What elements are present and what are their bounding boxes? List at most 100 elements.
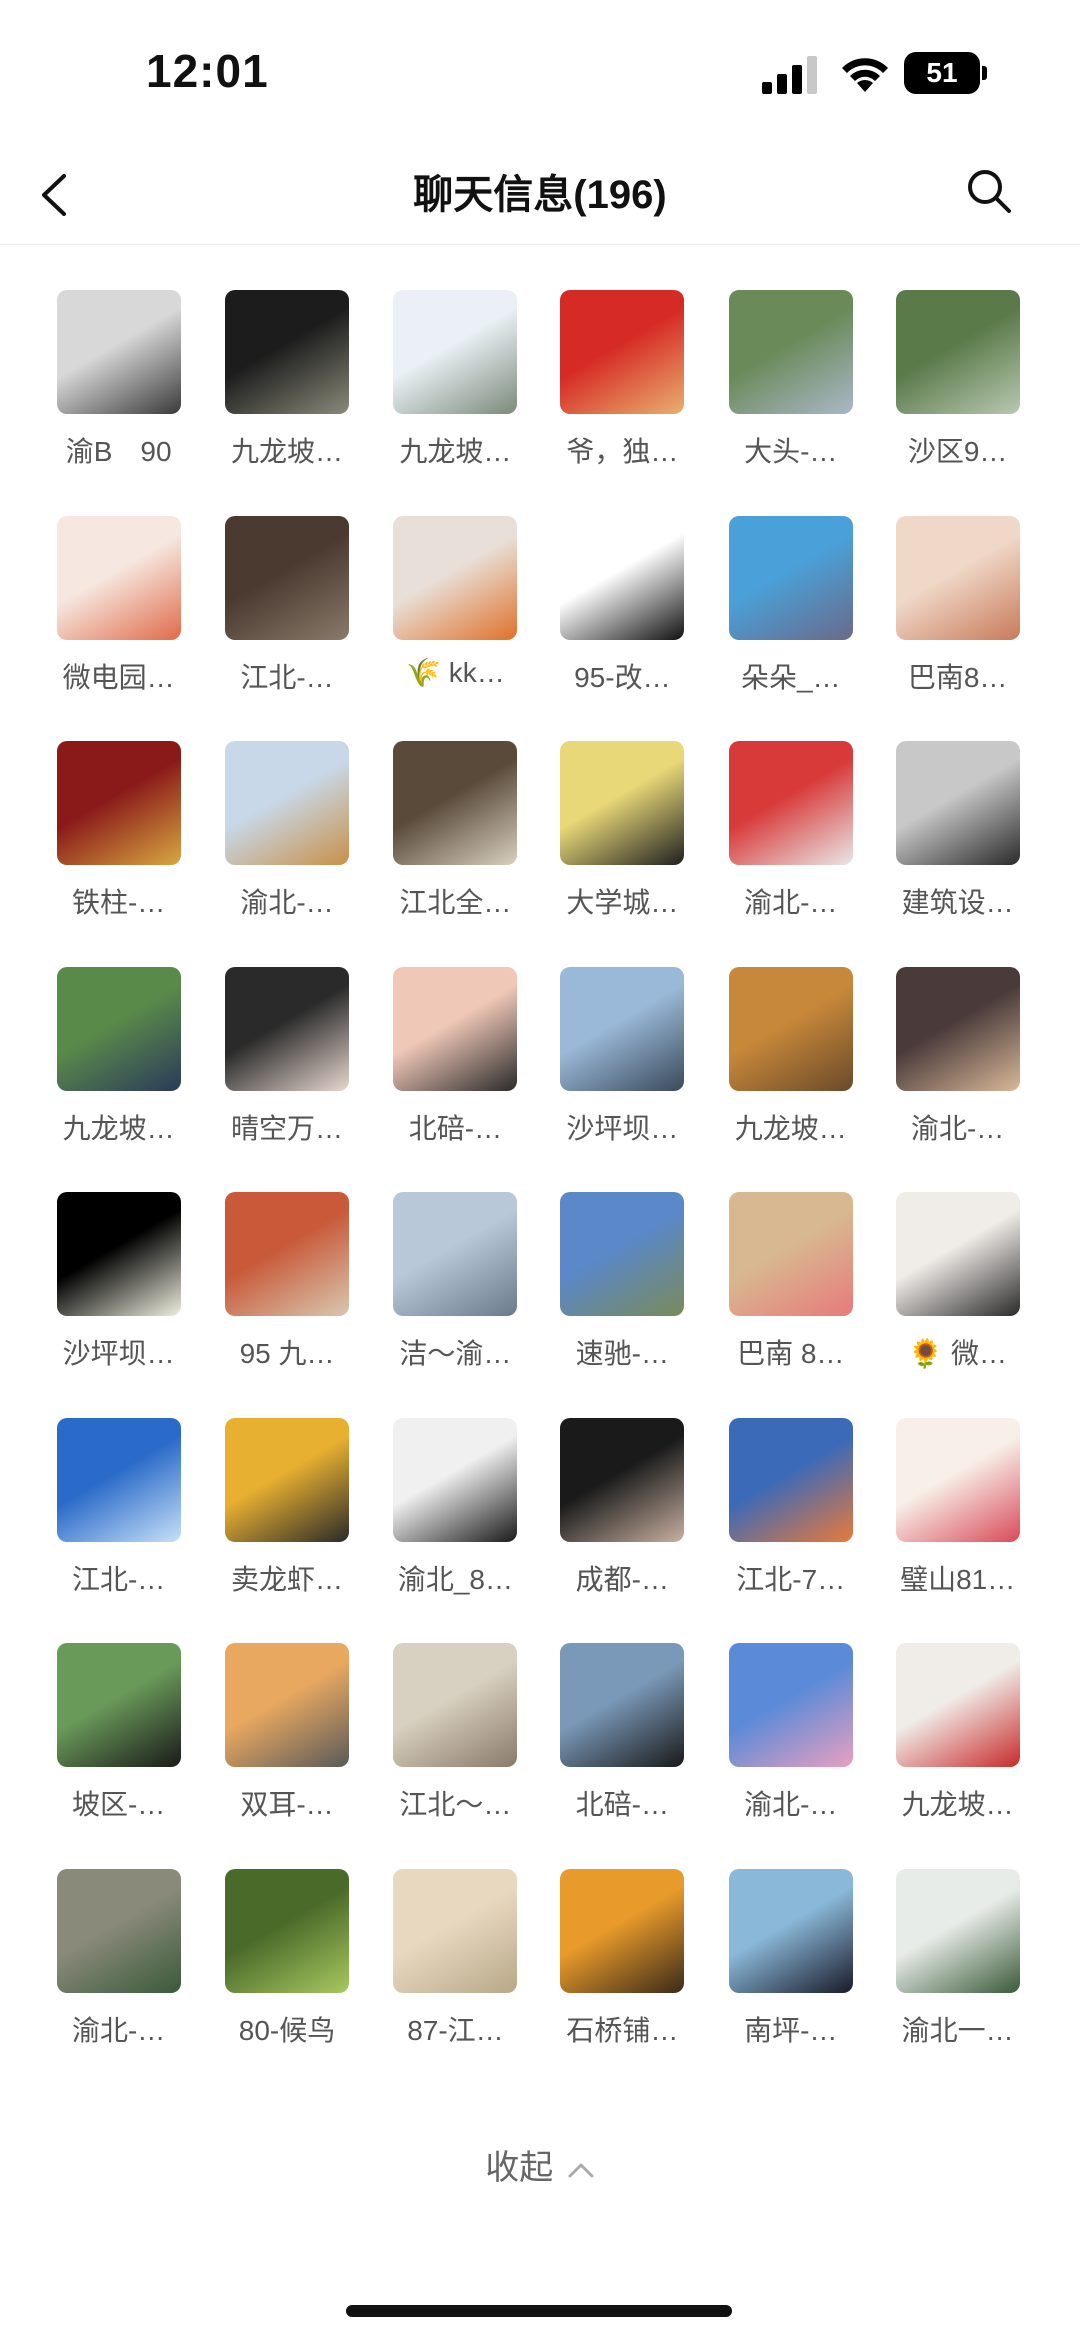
member-avatar[interactable]: [560, 741, 685, 865]
member-avatar[interactable]: [393, 741, 518, 865]
member-item[interactable]: 坡区-…: [39, 1643, 199, 1843]
member-avatar[interactable]: [393, 1868, 518, 1993]
member-item[interactable]: 渝B 90: [39, 290, 199, 490]
member-item[interactable]: 双耳-…: [207, 1643, 367, 1843]
member-avatar[interactable]: [225, 1192, 350, 1316]
member-item[interactable]: 🌻 微…: [878, 1192, 1038, 1392]
member-avatar[interactable]: [895, 1868, 1020, 1993]
member-avatar[interactable]: [225, 741, 350, 865]
member-item[interactable]: 卖龙虾…: [207, 1417, 367, 1618]
member-item[interactable]: 巴南 8…: [711, 1192, 871, 1392]
member-avatar[interactable]: [560, 1868, 685, 1993]
member-avatar[interactable]: [56, 966, 181, 1091]
member-avatar[interactable]: [728, 966, 853, 1091]
member-item[interactable]: 九龙坡…: [375, 290, 535, 490]
member-avatar[interactable]: [728, 1868, 853, 1993]
member-avatar[interactable]: [393, 290, 518, 414]
member-avatar[interactable]: [895, 966, 1020, 1091]
member-item[interactable]: 江北-7…: [711, 1417, 871, 1618]
member-item[interactable]: 95-改…: [542, 515, 702, 716]
member-avatar[interactable]: [895, 290, 1020, 414]
member-item[interactable]: 石桥铺…: [542, 1868, 702, 2069]
member-avatar[interactable]: [225, 966, 350, 1091]
member-avatar[interactable]: [225, 1868, 350, 1993]
member-item[interactable]: 80-候鸟: [207, 1868, 367, 2069]
member-avatar[interactable]: [895, 1417, 1020, 1542]
member-avatar[interactable]: [56, 290, 181, 414]
member-item[interactable]: 渝北一…: [878, 1868, 1038, 2069]
member-item[interactable]: 大头-…: [711, 290, 871, 490]
member-avatar[interactable]: [393, 1192, 518, 1316]
member-item[interactable]: 微电园…: [39, 515, 199, 716]
member-avatar[interactable]: [560, 1417, 685, 1542]
member-item[interactable]: 速驰-…: [542, 1192, 702, 1392]
member-avatar[interactable]: [728, 515, 853, 640]
member-item[interactable]: 🌾 kk…: [375, 515, 535, 716]
member-item[interactable]: 巴南8…: [878, 515, 1038, 716]
member-avatar[interactable]: [895, 741, 1020, 865]
member-avatar[interactable]: [393, 515, 518, 640]
member-item[interactable]: 大学城…: [542, 741, 702, 941]
member-item[interactable]: 九龙坡…: [878, 1643, 1038, 1843]
member-avatar[interactable]: [560, 1643, 685, 1767]
member-avatar[interactable]: [56, 741, 181, 865]
member-avatar[interactable]: [393, 966, 518, 1091]
member-item[interactable]: 九龙坡…: [39, 966, 199, 1167]
member-item[interactable]: 沙坪坝…: [542, 966, 702, 1167]
member-item[interactable]: 爷，独…: [542, 290, 702, 490]
member-item[interactable]: 渝北_8…: [375, 1417, 535, 1618]
member-avatar[interactable]: [728, 741, 853, 865]
member-avatar[interactable]: [895, 1643, 1020, 1767]
member-avatar[interactable]: [225, 1417, 350, 1542]
member-avatar[interactable]: [225, 515, 350, 640]
member-avatar[interactable]: [895, 1192, 1020, 1316]
member-item[interactable]: 渝北-…: [711, 1643, 871, 1843]
member-item[interactable]: 87-江…: [375, 1868, 535, 2069]
member-item[interactable]: 北碚-…: [542, 1643, 702, 1843]
member-item[interactable]: 建筑设…: [878, 741, 1038, 941]
home-indicator[interactable]: [346, 2305, 732, 2317]
member-item[interactable]: 洁～渝…: [375, 1192, 535, 1392]
member-avatar[interactable]: [225, 1643, 350, 1767]
member-item[interactable]: 江北～…: [375, 1643, 535, 1843]
member-avatar[interactable]: [56, 1192, 181, 1316]
member-item[interactable]: 北碚-…: [375, 966, 535, 1167]
member-item[interactable]: 晴空万…: [207, 966, 367, 1167]
member-item[interactable]: 九龙坡…: [207, 290, 367, 490]
member-item[interactable]: 95 九…: [207, 1192, 367, 1392]
member-avatar[interactable]: [728, 1643, 853, 1767]
member-avatar[interactable]: [728, 1192, 853, 1316]
member-item[interactable]: 江北-…: [39, 1417, 199, 1618]
member-item[interactable]: 九龙坡…: [711, 966, 871, 1167]
member-avatar[interactable]: [393, 1643, 518, 1767]
member-avatar[interactable]: [560, 515, 685, 640]
member-item[interactable]: 沙坪坝…: [39, 1192, 199, 1392]
member-item[interactable]: 江北全…: [375, 741, 535, 941]
member-item[interactable]: 渝北-…: [207, 741, 367, 941]
search-icon[interactable]: [964, 166, 1014, 216]
collapse-button[interactable]: 收起: [0, 2140, 1080, 2189]
member-avatar[interactable]: [393, 1417, 518, 1542]
member-avatar[interactable]: [56, 1417, 181, 1542]
member-avatar[interactable]: [560, 1192, 685, 1316]
member-avatar[interactable]: [728, 1417, 853, 1542]
member-item[interactable]: 渝北-…: [878, 966, 1038, 1167]
member-item[interactable]: 江北-…: [207, 515, 367, 716]
member-avatar[interactable]: [728, 290, 853, 414]
member-item[interactable]: 渝北-…: [39, 1868, 199, 2069]
member-item[interactable]: 成都-…: [542, 1417, 702, 1618]
member-avatar[interactable]: [56, 1643, 181, 1767]
member-avatar[interactable]: [560, 966, 685, 1091]
member-item[interactable]: 朵朵_…: [711, 515, 871, 716]
member-item[interactable]: 铁柱-…: [39, 741, 199, 941]
member-item[interactable]: 沙区9…: [878, 290, 1038, 490]
member-item[interactable]: 渝北-…: [711, 741, 871, 941]
member-avatar[interactable]: [225, 290, 350, 414]
member-item[interactable]: 璧山81…: [878, 1417, 1038, 1618]
member-avatar[interactable]: [56, 1868, 181, 1993]
member-avatar[interactable]: [56, 515, 181, 640]
member-name: 九龙坡…: [901, 1789, 1014, 1820]
member-avatar[interactable]: [895, 515, 1020, 640]
member-item[interactable]: 南坪-…: [711, 1868, 871, 2069]
member-avatar[interactable]: [560, 290, 685, 414]
